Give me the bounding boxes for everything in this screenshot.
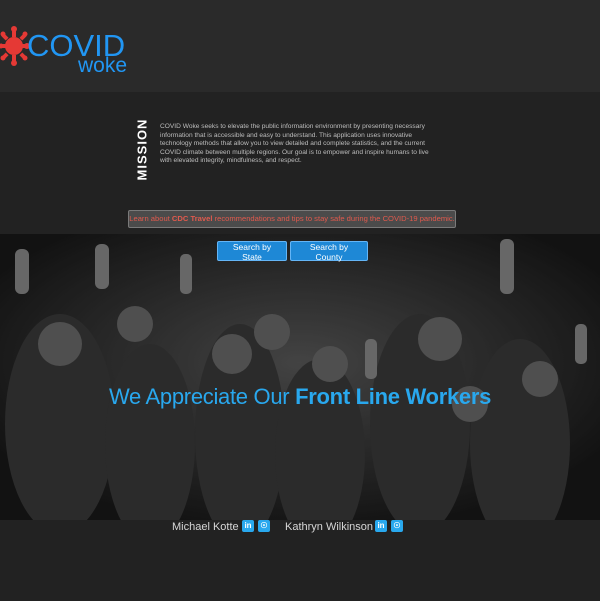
- logo-woke-text: woke: [78, 54, 128, 77]
- logo[interactable]: COVID woke: [0, 26, 140, 76]
- travel-suffix: recommendations and tips to stay safe du…: [212, 214, 455, 223]
- author-name: Kathryn Wilkinson: [285, 521, 374, 533]
- hero-headline: We Appreciate Our Front Line Workers: [0, 384, 600, 410]
- hero-photo: [0, 234, 600, 520]
- linkedin-icon[interactable]: in: [375, 520, 387, 532]
- search-by-county-button[interactable]: Search by County: [290, 241, 368, 262]
- search-by-state-button[interactable]: Search by State: [217, 241, 287, 262]
- author-name: Michael Kotte: [172, 521, 239, 533]
- mission-heading-text: MISSION: [134, 118, 150, 181]
- github-icon[interactable]: ☉: [258, 520, 270, 532]
- mission-statement: COVID Woke seeks to elevate the public i…: [160, 123, 429, 165]
- travel-link[interactable]: CDC Travel: [172, 214, 213, 223]
- github-icon[interactable]: ☉: [391, 520, 403, 532]
- front-line-workers-photo: [0, 234, 600, 520]
- linkedin-icon[interactable]: in: [242, 520, 254, 532]
- cdc-travel-banner[interactable]: Learn about CDC Travel recommendations a…: [128, 210, 456, 228]
- mission-heading: MISSION: [134, 118, 150, 182]
- headline-bold: Front Line Workers: [295, 384, 492, 409]
- headline-light: We Appreciate Our: [108, 384, 296, 409]
- travel-prefix: Learn about: [129, 214, 172, 223]
